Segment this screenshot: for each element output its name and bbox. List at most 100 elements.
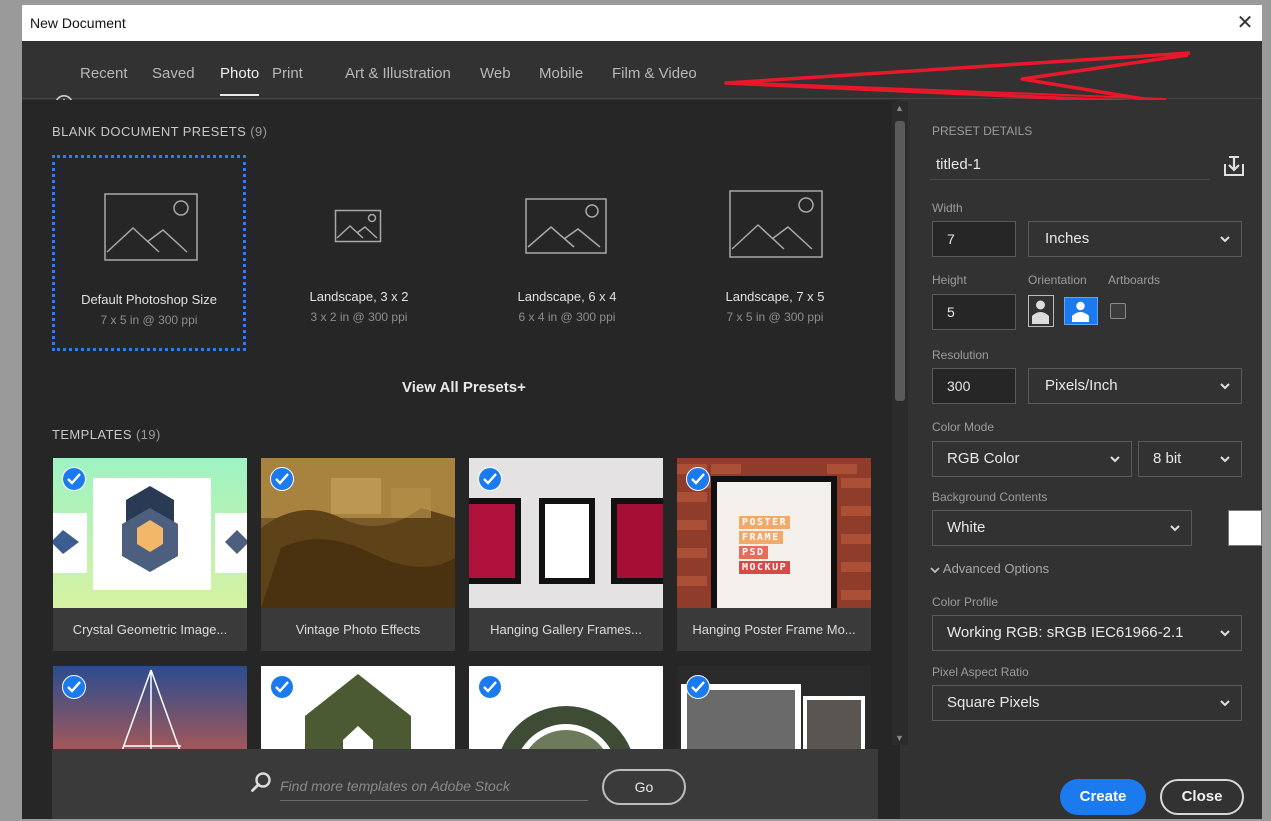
preset-spec: 3 x 2 in @ 300 ppi — [310, 310, 408, 324]
background-contents-value: White — [947, 519, 986, 536]
templates-count: (19) — [135, 427, 161, 442]
template-caption: Hanging Gallery Frames... — [469, 608, 663, 651]
check-icon — [62, 467, 86, 491]
check-icon — [686, 467, 710, 491]
orientation-label: Orientation — [1028, 273, 1087, 287]
scroll-down-icon[interactable]: ▼ — [895, 733, 904, 743]
preset-spec: 6 x 4 in @ 300 ppi — [518, 310, 616, 324]
chevron-down-icon — [1220, 700, 1230, 707]
pixel-aspect-ratio-dropdown[interactable]: Square Pixels — [932, 685, 1242, 721]
tab-web[interactable]: Web — [480, 65, 511, 82]
preset-spec: 7 x 5 in @ 300 ppi — [100, 313, 198, 327]
poster-words: POSTER FRAME PSD MOCKUP — [739, 516, 791, 574]
resolution-input[interactable]: 300 — [932, 368, 1016, 404]
landscape-orientation-button[interactable] — [1064, 297, 1098, 325]
artboards-label: Artboards — [1108, 273, 1161, 287]
preset-details-heading: PRESET DETAILS — [932, 124, 1033, 138]
background-color-swatch[interactable] — [1228, 510, 1262, 546]
image-placeholder-icon — [729, 190, 823, 258]
templates-section-title: TEMPLATES (19) — [52, 427, 161, 442]
color-mode-label: Color Mode — [932, 420, 995, 434]
color-mode-dropdown[interactable]: RGB Color — [932, 441, 1132, 477]
tab-art-illustration[interactable]: Art & Illustration — [345, 65, 451, 82]
template-card[interactable]: POSTER FRAME PSD MOCKUP Hanging Poster F… — [677, 458, 871, 651]
advanced-options-toggle[interactable]: Advanced Options — [930, 561, 1049, 576]
height-input[interactable]: 5 — [932, 294, 1016, 330]
preset-name: Landscape, 6 x 4 — [517, 289, 617, 304]
stock-search-bar: Go — [52, 749, 878, 819]
template-caption: Hanging Poster Frame Mo... — [677, 608, 871, 651]
background-contents-dropdown[interactable]: White — [932, 510, 1192, 546]
save-preset-icon[interactable] — [1222, 154, 1246, 178]
poster-word: FRAME — [739, 531, 783, 544]
close-button[interactable]: Close — [1160, 779, 1244, 815]
template-card[interactable]: Hanging Gallery Frames... — [469, 458, 663, 651]
poster-word: PSD — [739, 546, 768, 559]
preset-spec: 7 x 5 in @ 300 ppi — [726, 310, 824, 324]
image-placeholder-icon — [525, 198, 607, 254]
poster-word: MOCKUP — [739, 561, 791, 574]
color-profile-dropdown[interactable]: Working RGB: sRGB IEC61966-2.1 — [932, 615, 1242, 651]
color-profile-value: Working RGB: sRGB IEC61966-2.1 — [947, 624, 1184, 641]
tab-print[interactable]: Print — [272, 65, 303, 82]
create-button[interactable]: Create — [1060, 779, 1146, 815]
preset-name: Default Photoshop Size — [81, 292, 217, 307]
title-bar: New Document ✕ — [22, 5, 1262, 41]
chevron-down-icon — [930, 566, 940, 573]
tab-film-video[interactable]: Film & Video — [612, 65, 697, 82]
chevron-down-icon — [1220, 383, 1230, 390]
template-card[interactable]: Crystal Geometric Image... — [53, 458, 247, 651]
window-title: New Document — [30, 15, 126, 31]
tab-recent[interactable]: Recent — [80, 65, 128, 82]
presets-heading: BLANK DOCUMENT PRESETS — [52, 124, 247, 139]
document-name-field[interactable]: titled-1 — [930, 150, 1210, 180]
artboards-checkbox[interactable] — [1110, 303, 1126, 319]
image-placeholder-icon — [334, 209, 382, 243]
view-all-presets-link[interactable]: View All Presets+ — [402, 379, 526, 396]
background-contents-label: Background Contents — [932, 490, 1048, 504]
chevron-down-icon — [1220, 236, 1230, 243]
preset-landscape-6x4[interactable]: Landscape, 6 x 4 6 x 4 in @ 300 ppi — [470, 155, 664, 351]
templates-heading: TEMPLATES — [52, 427, 132, 442]
units-value: Inches — [1045, 230, 1090, 247]
resolution-units-dropdown[interactable]: Pixels/Inch — [1028, 368, 1242, 404]
template-caption: Vintage Photo Effects — [261, 608, 455, 651]
color-profile-label: Color Profile — [932, 595, 999, 609]
pixel-aspect-ratio-value: Square Pixels — [947, 694, 1040, 711]
check-icon — [478, 675, 502, 699]
tab-photo[interactable]: Photo — [220, 65, 260, 96]
bit-depth-dropdown[interactable]: 8 bit — [1138, 441, 1242, 477]
poster-word: POSTER — [739, 516, 791, 529]
width-input[interactable]: 7 — [932, 221, 1016, 257]
scroll-up-icon[interactable]: ▲ — [895, 103, 904, 113]
presets-count: (9) — [250, 124, 268, 139]
scrollbar-thumb[interactable] — [895, 121, 905, 401]
chevron-down-icon — [1220, 630, 1230, 637]
preset-name: Landscape, 3 x 2 — [309, 289, 409, 304]
check-icon — [478, 467, 502, 491]
preset-landscape-3x2[interactable]: Landscape, 3 x 2 3 x 2 in @ 300 ppi — [262, 155, 456, 351]
portrait-orientation-button[interactable] — [1028, 295, 1054, 327]
bit-depth-value: 8 bit — [1153, 450, 1182, 467]
tab-mobile[interactable]: Mobile — [539, 65, 583, 82]
resolution-units-value: Pixels/Inch — [1045, 377, 1118, 394]
height-label: Height — [932, 273, 967, 287]
close-icon[interactable]: ✕ — [1232, 10, 1258, 36]
tab-saved[interactable]: Saved — [152, 65, 195, 82]
units-dropdown[interactable]: Inches — [1028, 221, 1242, 257]
search-icon — [251, 772, 271, 792]
resolution-label: Resolution — [932, 348, 989, 362]
template-card[interactable]: Vintage Photo Effects — [261, 458, 455, 651]
check-icon — [270, 467, 294, 491]
templates-scrollbar[interactable]: ▲ ▼ — [892, 101, 908, 745]
preset-default-photoshop-size[interactable]: Default Photoshop Size 7 x 5 in @ 300 pp… — [52, 155, 246, 351]
check-icon — [270, 675, 294, 699]
chevron-down-icon — [1170, 525, 1180, 532]
go-button[interactable]: Go — [602, 769, 686, 805]
width-label: Width — [932, 201, 963, 215]
preset-name: Landscape, 7 x 5 — [725, 289, 825, 304]
stock-search-input[interactable] — [280, 771, 588, 801]
presets-section-title: BLANK DOCUMENT PRESETS (9) — [52, 124, 267, 139]
preset-details-panel: PRESET DETAILS titled-1 Width 7 Inches H… — [908, 100, 1262, 819]
preset-landscape-7x5[interactable]: Landscape, 7 x 5 7 x 5 in @ 300 ppi — [678, 155, 872, 351]
